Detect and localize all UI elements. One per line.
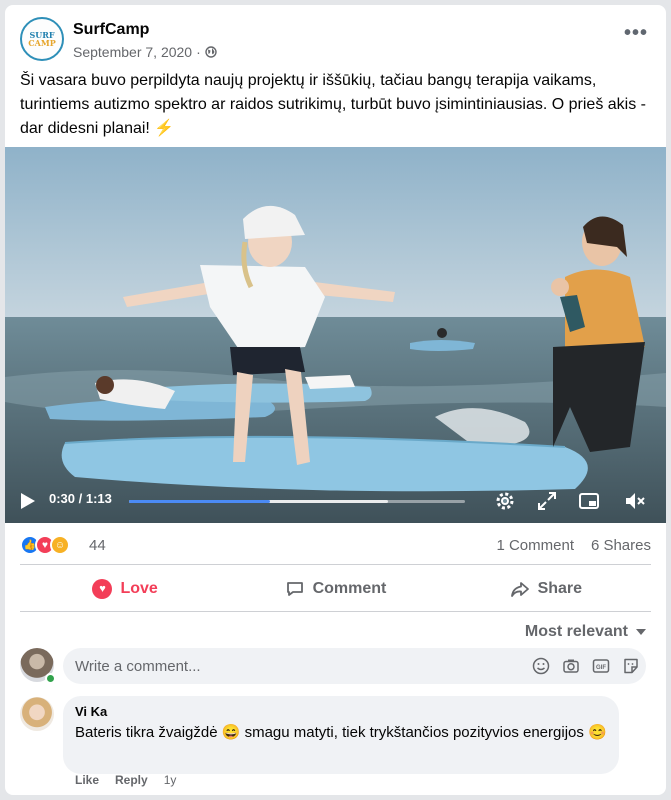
svg-text:GIF: GIF: [596, 665, 606, 671]
comment-text: Bateris tikra žvaigždė 😄 smagu matyti, t…: [75, 724, 607, 741]
comment-reply-link[interactable]: Reply: [115, 773, 148, 787]
comment-bubble: Vi Ka Bateris tikra žvaigždė 😄 smagu mat…: [63, 696, 619, 774]
emoji-icon[interactable]: [531, 656, 551, 676]
volume-muted-icon[interactable]: [623, 489, 647, 513]
sticker-icon[interactable]: [621, 656, 641, 676]
camera-icon[interactable]: [561, 656, 581, 676]
love-button[interactable]: ♥ Love: [20, 568, 230, 610]
sort-label: Most relevant: [524, 623, 628, 640]
video-player[interactable]: 0:30 / 1:13: [5, 147, 666, 523]
commenter-avatar[interactable]: [20, 697, 54, 731]
care-reaction-icon: ☺: [50, 535, 70, 555]
video-time: 0:30 / 1:13: [49, 491, 112, 506]
post-card: SURF CAMP SurfCamp September 7, 2020 · •…: [5, 5, 666, 795]
divider: [20, 564, 651, 565]
more-options-button[interactable]: •••: [621, 23, 651, 49]
video-progress-bar[interactable]: [129, 500, 465, 503]
reactions-summary: 👍 ♥ ☺ 44 1 Comment 6 Shares: [20, 527, 651, 563]
comment-input-tools: GIF: [531, 656, 641, 676]
page-name[interactable]: SurfCamp: [73, 21, 149, 39]
reaction-icons[interactable]: 👍 ♥ ☺: [20, 535, 70, 555]
comment-bubble-icon: [286, 582, 303, 596]
comment-author[interactable]: Vi Ka: [75, 704, 607, 720]
divider: [20, 611, 651, 612]
love-label: Love: [120, 580, 158, 597]
action-bar: ♥ Love Comment Share: [20, 568, 651, 610]
fullscreen-icon[interactable]: [535, 489, 559, 513]
logo-text-bottom: CAMP: [28, 38, 56, 48]
chevron-down-icon: [636, 629, 646, 635]
play-icon[interactable]: [21, 493, 35, 509]
share-arrow-icon: [510, 582, 529, 597]
video-controls: 0:30 / 1:13: [5, 479, 666, 523]
comment-actions: Like Reply 1y: [75, 773, 176, 787]
gif-icon[interactable]: GIF: [591, 656, 611, 676]
meta-separator: ·: [196, 44, 201, 60]
share-label: Share: [537, 580, 583, 597]
reaction-count[interactable]: 44: [89, 537, 106, 554]
settings-gear-icon[interactable]: [493, 489, 517, 513]
post-meta: September 7, 2020 ·: [73, 44, 217, 60]
post-date[interactable]: September 7, 2020: [73, 44, 192, 60]
post-text: Ši vasara buvo perpildyta naujų projektų…: [20, 72, 646, 137]
page-avatar[interactable]: SURF CAMP: [20, 17, 64, 61]
comment-sort-dropdown[interactable]: Most relevant: [525, 623, 646, 641]
video-progress-fill: [129, 500, 271, 503]
comment-like-link[interactable]: Like: [75, 773, 99, 787]
comment-label: Comment: [312, 580, 387, 597]
share-count[interactable]: 6 Shares: [591, 537, 651, 554]
share-button[interactable]: Share: [441, 568, 651, 610]
comment-button[interactable]: Comment: [230, 568, 440, 610]
globe-icon: [205, 46, 217, 58]
comment-count[interactable]: 1 Comment: [496, 537, 574, 554]
picture-in-picture-icon[interactable]: [577, 489, 601, 513]
heart-icon: ♥: [92, 579, 113, 599]
post-header: SURF CAMP SurfCamp September 7, 2020 · •…: [20, 17, 651, 67]
online-status-dot: [45, 673, 56, 684]
video-frame: [5, 147, 666, 523]
comment-age[interactable]: 1y: [164, 773, 177, 787]
